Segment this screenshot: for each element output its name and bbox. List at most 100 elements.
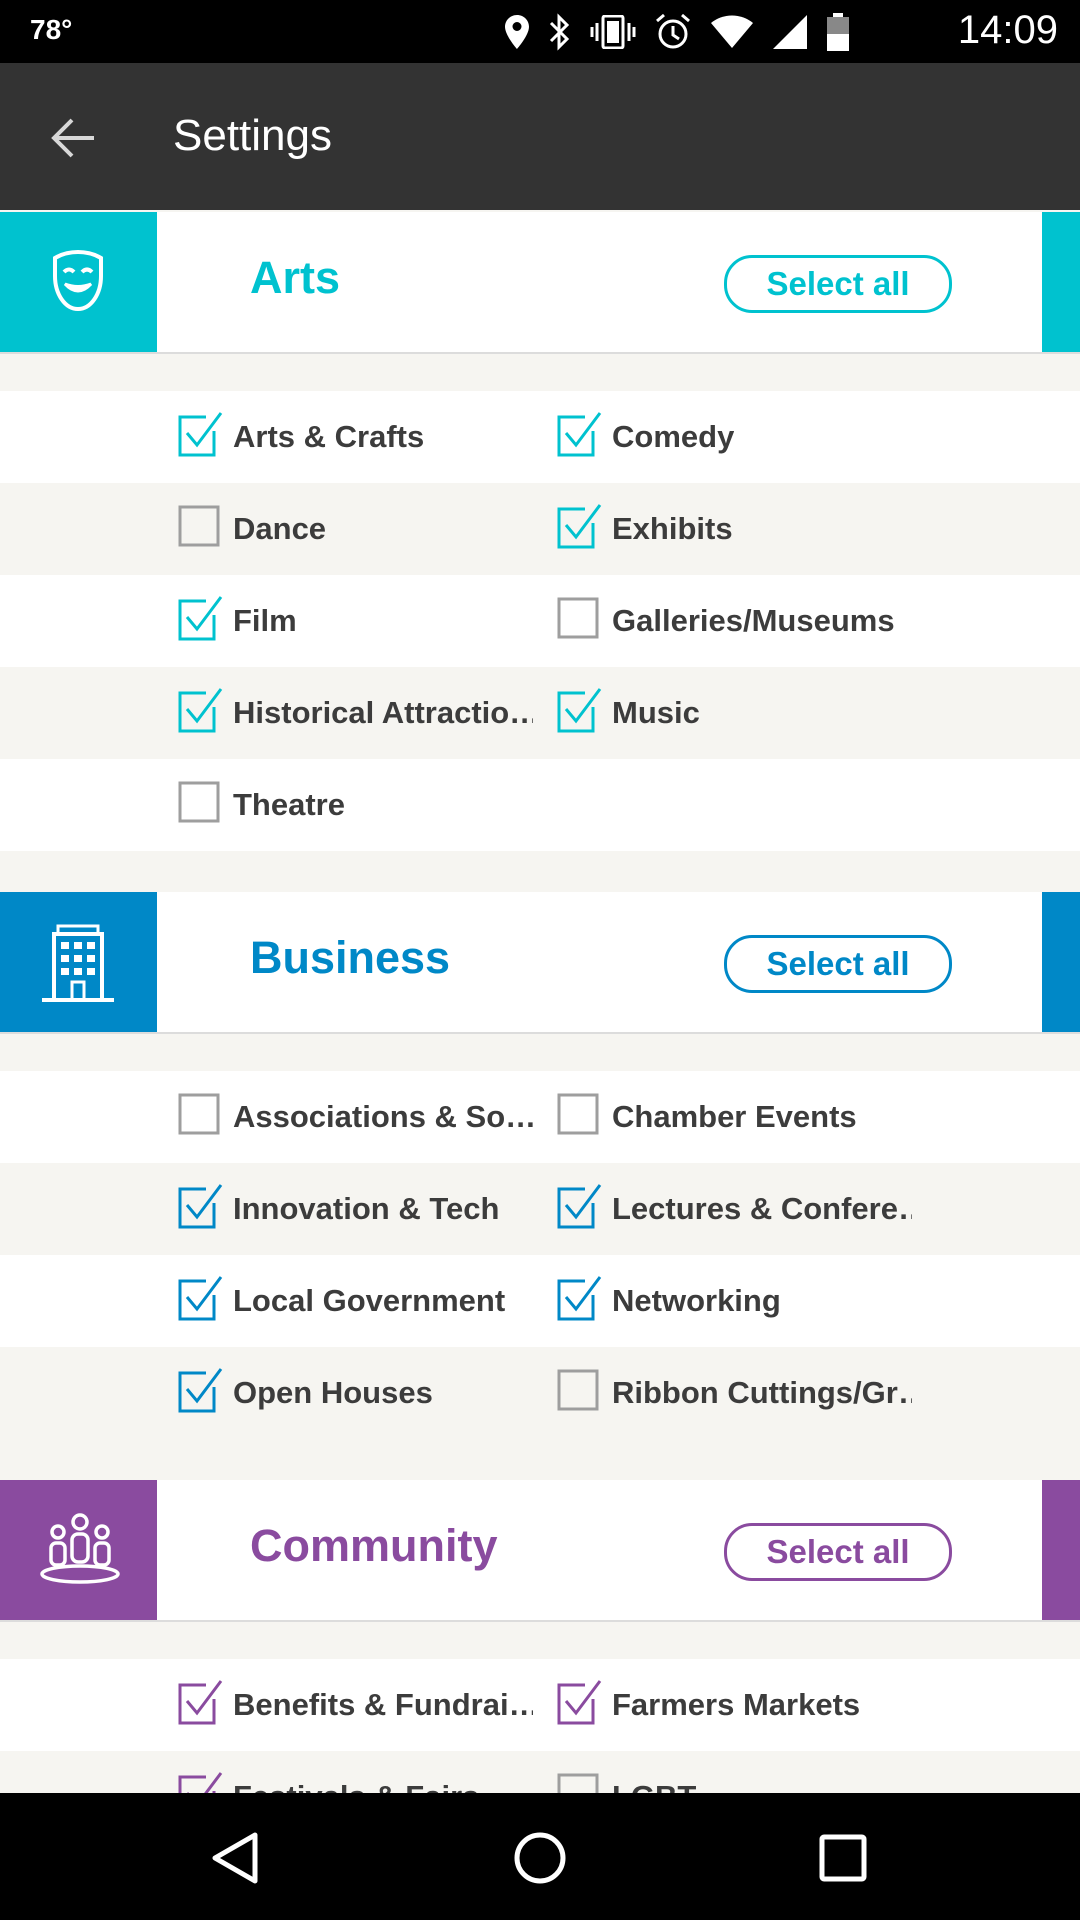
option-label: Theatre <box>233 787 345 822</box>
category-option-business[interactable]: Networking <box>555 1255 915 1347</box>
checkbox-checked[interactable] <box>176 1679 223 1725</box>
checkbox-row: Associations & So… Chamber Events <box>0 1071 1080 1163</box>
category-option-arts[interactable]: Comedy <box>555 391 915 483</box>
vibrate-icon <box>590 15 636 49</box>
checkbox-checked[interactable] <box>176 1367 223 1413</box>
option-label: Film <box>233 603 297 638</box>
category-option-business[interactable]: Lectures & Confere… <box>555 1163 915 1255</box>
category-option-business[interactable]: Innovation & Tech <box>176 1163 536 1255</box>
nav-back-button[interactable] <box>201 1823 271 1893</box>
checkbox-checked[interactable] <box>555 503 602 549</box>
category-option-community[interactable]: LGBT <box>555 1751 915 1793</box>
checkbox-row: Benefits & Fundrai… Farmers Markets <box>0 1659 1080 1751</box>
empty-box-icon <box>178 1093 220 1135</box>
checkbox-checked[interactable] <box>555 1183 602 1229</box>
option-label: Historical Attractio… <box>233 695 533 730</box>
category-option-arts[interactable]: Film <box>176 575 536 667</box>
checkbox-unchecked[interactable] <box>555 1771 599 1793</box>
option-label: Networking <box>612 1283 781 1318</box>
category-title-business: Business <box>250 932 451 983</box>
check-icon <box>557 1680 602 1725</box>
nav-recents-button[interactable] <box>808 1823 878 1893</box>
category-title-arts: Arts <box>250 252 341 303</box>
category-option-arts[interactable]: Exhibits <box>555 483 915 575</box>
theater-mask-icon <box>53 249 103 312</box>
checkbox-row: Arts & Crafts Comedy <box>0 391 1080 483</box>
checkbox-checked[interactable] <box>176 1275 223 1321</box>
checkbox-row: Festivals & Fairs LGBT <box>0 1751 1080 1793</box>
category-accent-strip <box>1042 892 1080 1032</box>
checkbox-row: Historical Attractio… Music <box>0 667 1080 759</box>
option-label: Comedy <box>612 419 735 454</box>
check-icon <box>557 1276 602 1321</box>
checkbox-checked[interactable] <box>555 411 602 457</box>
option-label: Benefits & Fundrai… <box>233 1687 533 1722</box>
category-option-business[interactable]: Ribbon Cuttings/Gr… <box>555 1347 915 1439</box>
category-option-community[interactable]: Farmers Markets <box>555 1659 915 1751</box>
checkbox-unchecked[interactable] <box>555 1091 599 1135</box>
checkbox-checked[interactable] <box>176 1771 223 1793</box>
checkbox-unchecked[interactable] <box>176 779 220 823</box>
category-option-community[interactable]: Benefits & Fundrai… <box>176 1659 536 1751</box>
checkbox-checked[interactable] <box>555 1275 602 1321</box>
check-icon <box>178 596 223 641</box>
option-label: Local Government <box>233 1283 506 1318</box>
select-all-button-business[interactable]: Select all <box>724 935 952 993</box>
category-option-arts[interactable]: Theatre <box>176 759 536 851</box>
check-icon <box>178 1680 223 1725</box>
option-label: Farmers Markets <box>612 1687 861 1722</box>
category-title-community: Community <box>250 1520 498 1571</box>
check-icon <box>178 1276 223 1321</box>
category-option-business[interactable]: Chamber Events <box>555 1071 915 1163</box>
option-label: Innovation & Tech <box>233 1191 500 1226</box>
signal-icon <box>773 15 807 49</box>
checkbox-unchecked[interactable] <box>555 595 599 639</box>
check-icon <box>178 1772 223 1793</box>
checkbox-checked[interactable] <box>176 687 223 733</box>
category-option-business[interactable]: Local Government <box>176 1255 536 1347</box>
category-option-arts[interactable]: Arts & Crafts <box>176 391 536 483</box>
select-all-button-arts[interactable]: Select all <box>724 255 952 313</box>
checkbox-unchecked[interactable] <box>176 1091 220 1135</box>
category-option-arts[interactable]: Music <box>555 667 915 759</box>
checkbox-unchecked[interactable] <box>176 503 220 547</box>
check-icon <box>557 504 602 549</box>
checkbox-row: Theatre <box>0 759 1080 851</box>
category-option-arts[interactable]: Historical Attractio… <box>176 667 536 759</box>
category-icon-block <box>0 892 157 1032</box>
category-option-business[interactable]: Open Houses <box>176 1347 536 1439</box>
category-header-community: Community Select all <box>0 1480 1080 1622</box>
check-icon <box>178 412 223 457</box>
option-label: Ribbon Cuttings/Gr… <box>612 1375 912 1410</box>
clock-text: 14:09 <box>957 8 1058 52</box>
option-label: Dance <box>233 511 327 546</box>
checkbox-checked[interactable] <box>176 411 223 457</box>
nav-home-button[interactable] <box>505 1823 575 1893</box>
category-items-community: Benefits & Fundrai… Farmers Markets Festiv… <box>0 1659 1080 1793</box>
checkbox-checked[interactable] <box>176 1183 223 1229</box>
select-all-button-community[interactable]: Select all <box>724 1523 952 1581</box>
empty-box-icon <box>178 505 220 547</box>
checkbox-checked[interactable] <box>555 1679 602 1725</box>
empty-box-icon <box>557 1093 599 1135</box>
navigation-bar <box>0 1793 1080 1920</box>
category-option-community[interactable]: Festivals & Fairs <box>176 1751 536 1793</box>
checkbox-checked[interactable] <box>176 595 223 641</box>
empty-box-icon <box>557 597 599 639</box>
checkbox-checked[interactable] <box>555 687 602 733</box>
category-icon-block <box>0 212 157 352</box>
category-option-arts[interactable]: Galleries/Museums <box>555 575 915 667</box>
status-bar: 78° 14:09 <box>0 0 1080 63</box>
checkbox-row: Innovation & Tech Lectures & Confere… <box>0 1163 1080 1255</box>
category-option-arts[interactable]: Dance <box>176 483 536 575</box>
back-button[interactable] <box>50 115 96 161</box>
option-label: Arts & Crafts <box>233 419 425 454</box>
category-items-business: Associations & So… Chamber Events Innovati… <box>0 1071 1080 1439</box>
wifi-icon <box>711 15 753 48</box>
checkbox-unchecked[interactable] <box>555 1367 599 1411</box>
option-label: Music <box>612 695 700 730</box>
category-option-business[interactable]: Associations & So… <box>176 1071 536 1163</box>
settings-list[interactable]: Arts Select all Arts & Crafts Comedy Dance… <box>0 210 1080 1793</box>
check-icon <box>557 412 602 457</box>
option-label: Galleries/Museums <box>612 603 895 638</box>
